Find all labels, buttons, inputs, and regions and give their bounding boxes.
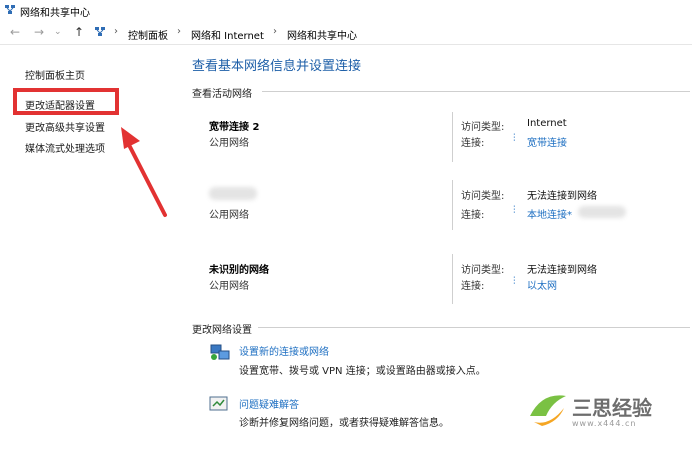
access-type-label: 访问类型: — [461, 265, 505, 276]
task-link-troubleshoot[interactable]: 问题疑难解答 — [239, 396, 299, 411]
divider — [262, 91, 690, 92]
blurred-network-name — [209, 187, 257, 200]
title-bar: 网络和共享中心 — [0, 0, 692, 20]
connection-label: 连接: — [461, 281, 485, 292]
divider — [452, 254, 453, 304]
network-name: 未识别的网络 — [209, 265, 269, 276]
address-bar: ← → ⌄ ↑ › 控制面板 › 网络和 Internet › 网络和共享中心 — [0, 22, 692, 44]
connection-label: 连接: — [461, 138, 485, 149]
watermark-text: 三思经验 — [572, 396, 652, 420]
access-type-label: 访问类型: — [461, 122, 505, 133]
connection-link-local[interactable]: 本地连接* — [527, 206, 572, 221]
task-description: 设置宽带、拨号或 VPN 连接；或设置路由器或接入点。 — [239, 366, 486, 377]
network-category[interactable]: 公用网络 — [209, 134, 249, 149]
up-arrow-icon[interactable]: ↑ — [74, 25, 84, 39]
ethernet-icon: ⫶ — [513, 276, 516, 287]
page-title: 查看基本网络信息并设置连接 — [192, 59, 362, 74]
highlight-box — [13, 88, 119, 115]
access-type-value: 无法连接到网络 — [527, 191, 597, 202]
watermark-url: www.x444.cn — [572, 419, 637, 428]
forward-arrow-icon[interactable]: → — [34, 25, 44, 39]
access-type-value: 无法连接到网络 — [527, 265, 597, 276]
access-type-value: Internet — [527, 118, 567, 129]
connection-link-broadband[interactable]: 宽带连接 — [527, 134, 567, 149]
window-title: 网络和共享中心 — [20, 8, 90, 19]
watermark-logo-icon — [530, 395, 566, 426]
divider — [452, 112, 453, 162]
breadcrumb-control-panel[interactable]: 控制面板 — [128, 27, 168, 42]
divider — [452, 180, 453, 230]
annotation-arrow — [121, 127, 167, 217]
network-category[interactable]: 公用网络 — [209, 277, 249, 292]
section-change-network-settings: 更改网络设置 — [192, 325, 252, 336]
troubleshoot-icon — [209, 396, 228, 411]
section-active-networks: 查看活动网络 — [192, 89, 252, 100]
back-arrow-icon[interactable]: ← — [10, 25, 20, 39]
sidebar-item-control-panel-home[interactable]: 控制面板主页 — [25, 67, 85, 82]
breadcrumb-separator: › — [114, 26, 118, 37]
sidebar-item-media-streaming-options[interactable]: 媒体流式处理选项 — [25, 140, 105, 155]
task-link-new-connection[interactable]: 设置新的连接或网络 — [239, 343, 329, 358]
divider — [0, 44, 692, 45]
network-category[interactable]: 公用网络 — [209, 206, 249, 221]
control-panel-icon — [95, 27, 105, 36]
breadcrumb-separator: › — [177, 26, 181, 37]
connection-label: 连接: — [461, 210, 485, 221]
chevron-down-icon[interactable]: ⌄ — [54, 27, 62, 37]
divider — [258, 327, 690, 328]
connection-link-ethernet[interactable]: 以太网 — [527, 277, 557, 292]
access-type-label: 访问类型: — [461, 191, 505, 202]
network-center-icon — [5, 5, 15, 14]
ethernet-icon: ⫶ — [513, 205, 516, 216]
blurred-connection-suffix — [578, 206, 626, 218]
new-connection-icon — [210, 344, 230, 360]
breadcrumb-network-internet[interactable]: 网络和 Internet — [191, 27, 264, 42]
task-description: 诊断并修复网络问题，或者获得疑难解答信息。 — [239, 418, 449, 429]
network-name: 宽带连接 2 — [209, 122, 260, 133]
broadband-icon: ⫶ — [513, 133, 516, 144]
breadcrumb-network-sharing-center[interactable]: 网络和共享中心 — [287, 27, 357, 42]
sidebar-item-advanced-sharing-settings[interactable]: 更改高级共享设置 — [25, 119, 105, 134]
breadcrumb-separator: › — [273, 26, 277, 37]
